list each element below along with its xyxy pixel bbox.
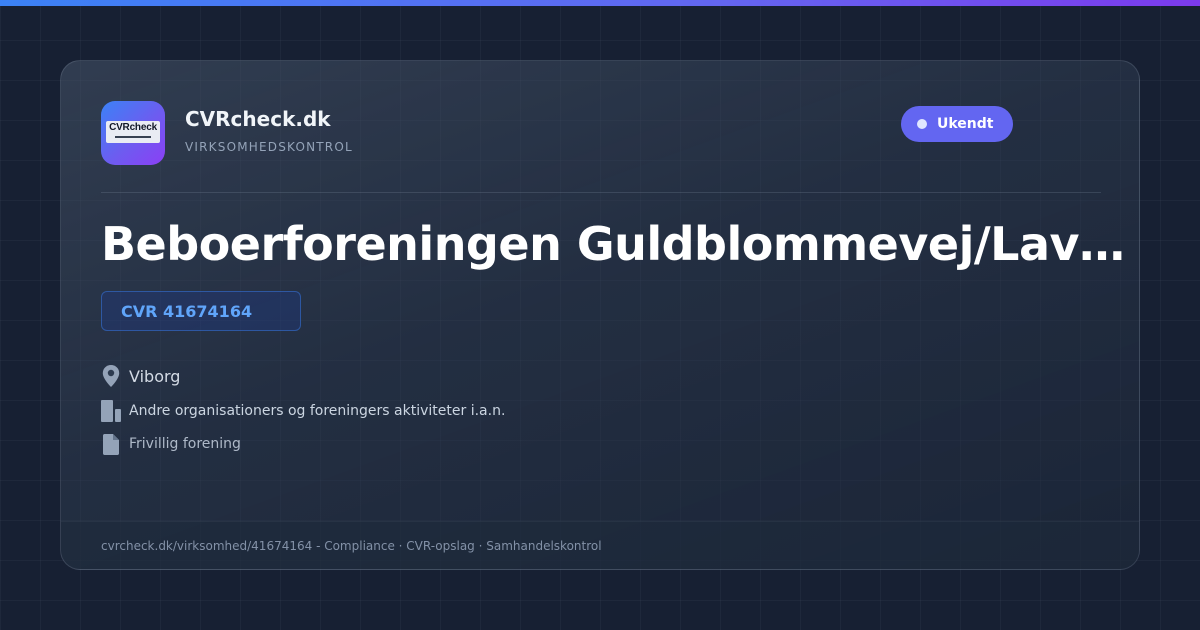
location-row: Viborg xyxy=(101,363,180,389)
legal-form-row: Frivillig forening xyxy=(101,431,241,457)
brand-logo: CVRcheck xyxy=(101,101,165,165)
company-name: Beboerforeningen Guldblommevej/Lavendelv… xyxy=(101,217,1140,271)
logo-plate: CVRcheck xyxy=(106,121,160,143)
status-dot-icon xyxy=(917,119,927,129)
cvr-badge: CVR 41674164 xyxy=(101,291,301,331)
logo-text: CVRcheck xyxy=(109,122,157,133)
brand-tagline: VIRKSOMHEDSKONTROL xyxy=(185,140,353,154)
map-pin-icon xyxy=(101,364,121,388)
logo-underline xyxy=(115,136,151,138)
industry-row: Andre organisationers og foreningers akt… xyxy=(101,398,505,424)
footer-text: cvrcheck.dk/virksomhed/41674164 - Compli… xyxy=(101,539,602,553)
company-card: CVRcheck CVRcheck.dk VIRKSOMHEDSKONTROL … xyxy=(60,60,1140,570)
building-icon xyxy=(101,399,121,423)
document-icon xyxy=(101,432,121,456)
header-divider xyxy=(101,192,1101,193)
location-text: Viborg xyxy=(129,366,181,386)
status-label: Ukendt xyxy=(937,116,994,132)
brand-name[interactable]: CVRcheck.dk xyxy=(185,107,331,131)
industry-text: Andre organisationers og foreningers akt… xyxy=(129,403,506,419)
status-badge: Ukendt xyxy=(901,106,1014,142)
cvr-number: CVR 41674164 xyxy=(121,301,253,321)
card-footer: cvrcheck.dk/virksomhed/41674164 - Compli… xyxy=(61,521,1139,569)
legal-form-text: Frivillig forening xyxy=(129,436,241,452)
top-accent-bar xyxy=(0,0,1200,6)
